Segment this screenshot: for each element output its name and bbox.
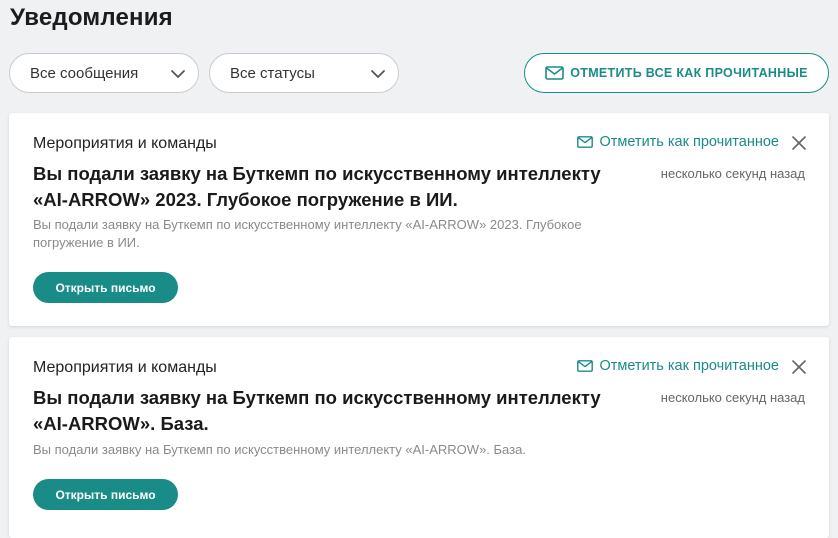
open-letter-button[interactable]: Открыть письмо [33,272,178,303]
mark-read-label: Отметить как прочитанное [599,134,779,150]
notification-time: несколько секунд назад [660,390,805,405]
messages-filter-value: Все сообщения [30,64,139,82]
mail-icon [577,360,594,372]
notification-description: Вы подали заявку на Буткемп по искусстве… [33,217,582,250]
mark-all-read-button[interactable]: ОТМЕТИТЬ ВСЕ КАК ПРОЧИТАННЫЕ [524,53,829,93]
chevron-down-icon [171,70,185,78]
statuses-filter-select[interactable]: Все статусы [209,53,399,93]
open-letter-button[interactable]: Открыть письмо [33,479,178,510]
notification-title: Вы подали заявку на Буткемп по искусстве… [33,387,601,434]
notification-card: Мероприятия и команды Отметить как прочи… [9,113,829,326]
notification-category: Мероприятия и команды [33,135,217,152]
mail-icon [545,66,565,80]
notification-description: Вы подали заявку на Буткемп по искусстве… [33,442,526,457]
chevron-down-icon [371,70,385,78]
notification-time: несколько секунд назад [660,166,805,181]
notification-title: Вы подали заявку на Буткемп по искусстве… [33,163,601,210]
messages-filter-select[interactable]: Все сообщения [9,53,199,93]
close-icon[interactable] [790,358,808,376]
statuses-filter-value: Все статусы [230,64,315,82]
mark-read-label: Отметить как прочитанное [599,358,779,374]
page-title: Уведомления [10,4,173,31]
close-icon[interactable] [790,134,808,152]
notification-category: Мероприятия и команды [33,359,217,376]
notification-card: Мероприятия и команды Отметить как прочи… [9,337,829,538]
mark-read-button[interactable]: Отметить как прочитанное [577,134,779,150]
mark-all-read-label: ОТМЕТИТЬ ВСЕ КАК ПРОЧИТАННЫЕ [570,66,808,80]
mail-icon [577,136,594,148]
mark-read-button[interactable]: Отметить как прочитанное [577,358,779,374]
